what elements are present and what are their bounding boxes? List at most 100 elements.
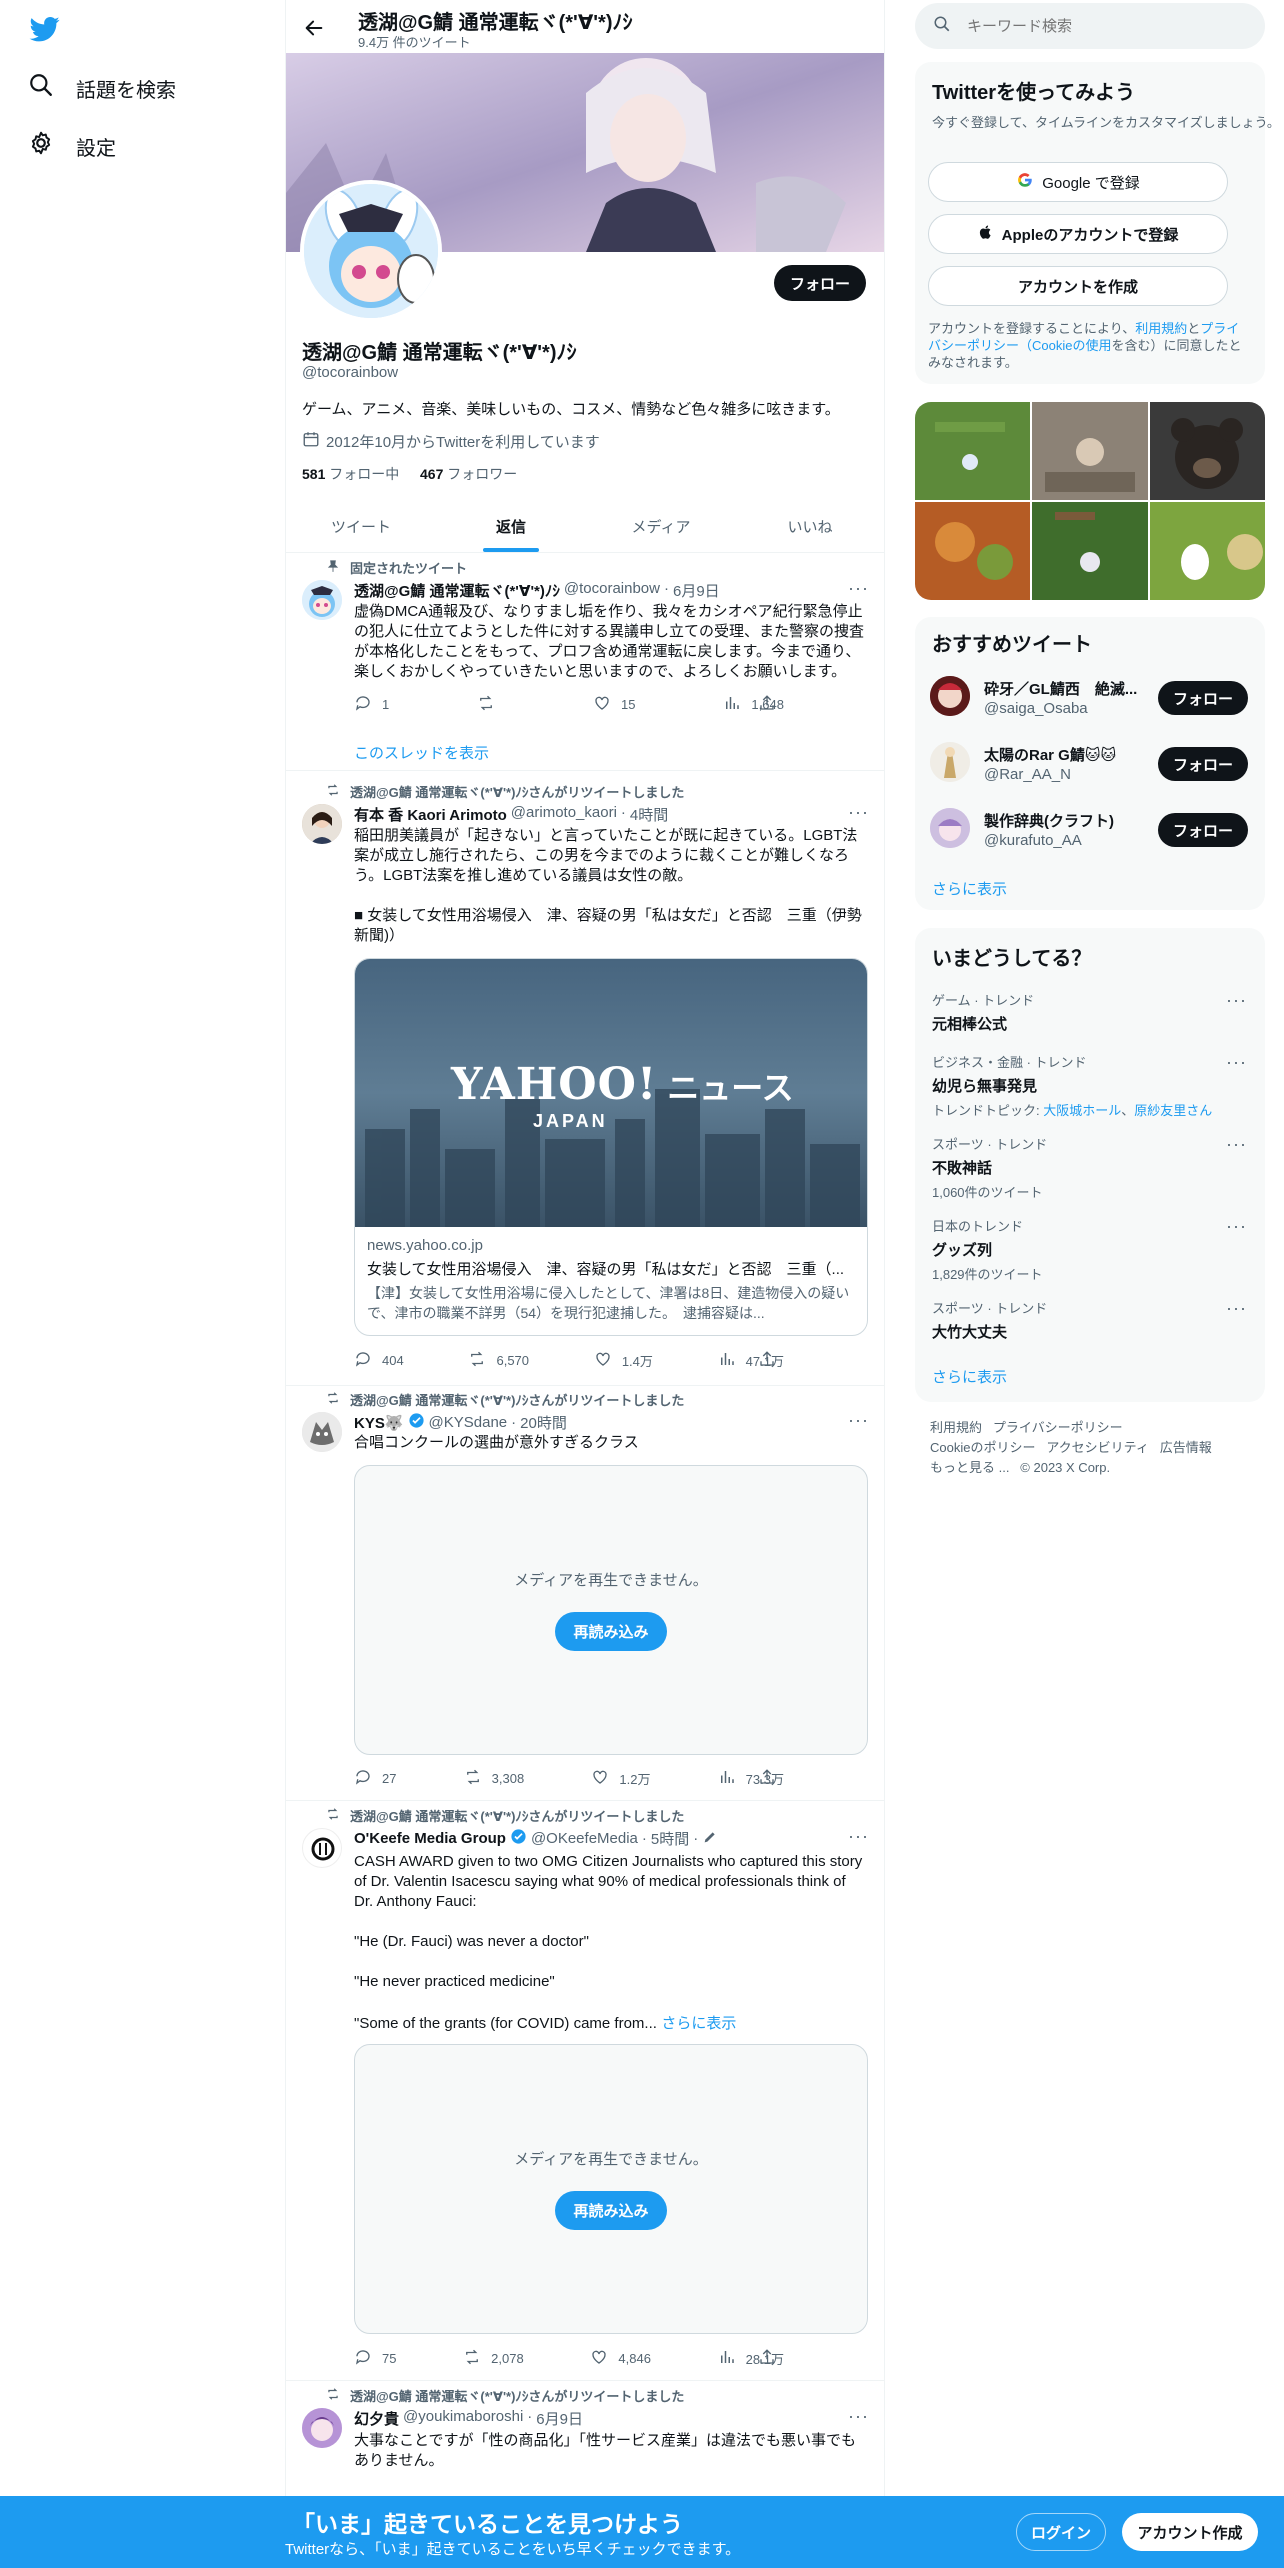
twitter-logo-icon[interactable] [28,14,62,44]
author-handle[interactable]: @arimoto_kaori [511,804,617,825]
trend-more-icon[interactable]: ··· [1226,1134,1247,1155]
search-input[interactable] [967,17,1227,35]
more-options-icon[interactable]: ··· [848,2406,869,2427]
tweet-3-avatar[interactable] [302,1828,342,1868]
terms-link[interactable]: 利用規約 [1135,321,1187,336]
retweeted-by-label[interactable]: 透湖@G鯖 通常運転ヾ(*'∀'*)ﾉｼさんがリツイートしました [350,1390,684,1409]
reply-button[interactable]: 404 [354,1350,404,1371]
recommend-follow-button-2[interactable]: フォロー [1158,747,1248,781]
retweeted-by-label[interactable]: 透湖@G鯖 通常運転ヾ(*'∀'*)ﾉｼさんがリツイートしました [350,782,684,801]
share-icon[interactable] [758,2348,776,2371]
tweet-time[interactable]: 5時間 [651,1828,689,1849]
trend-item-5[interactable]: スポーツ · トレンド 大竹大丈夫 [932,1298,1252,1342]
profile-following[interactable]: 581 フォロー中 [302,464,399,484]
retweeted-by-label[interactable]: 透湖@G鯖 通常運転ヾ(*'∀'*)ﾉｼさんがリツイートしました [350,2386,684,2405]
reply-button[interactable]: 1 [354,694,389,715]
trend-item-3[interactable]: スポーツ · トレンド 不敗神話 1,060件のツイート [932,1134,1252,1201]
footer-terms-link[interactable]: 利用規約 [930,1420,982,1435]
trend-topic-link-2[interactable]: 原紗友里さん [1134,1103,1212,1118]
footer-more-link[interactable]: もっと見る ... [930,1460,1009,1475]
link-card[interactable]: YAHOO! ニュース JAPAN news.yahoo.co.jp 女装して女… [354,958,868,1336]
recommend-avatar-2[interactable] [930,742,970,782]
tweet-time[interactable]: 20時間 [520,1412,567,1433]
share-icon[interactable] [758,694,776,717]
recommend-show-more-link[interactable]: さらに表示 [932,878,1007,899]
tab-likes[interactable]: いいね [736,500,884,552]
nav-settings[interactable]: 設定 [28,130,116,162]
retweet-button[interactable]: 2,078 [463,2348,524,2369]
search-box[interactable] [915,3,1265,49]
trend-item-2[interactable]: ビジネス・金融 · トレンド 幼児ら無事発見 トレンドトピック: 大阪城ホール、… [932,1052,1252,1119]
author-name[interactable]: 有本 香 Kaori Arimoto [354,804,507,825]
pinned-author-handle[interactable]: @tocorainbow [564,580,660,601]
footer-privacy-link[interactable]: プライバシーポリシー [993,1420,1123,1435]
footer-cookie-link[interactable]: Cookieのポリシー [930,1440,1035,1455]
recommend-avatar-3[interactable] [930,808,970,848]
tweet-2-avatar[interactable] [302,1412,342,1452]
apple-signup-button[interactable]: Appleのアカウントで登録 [928,214,1228,254]
edit-pencil-icon[interactable] [702,1829,718,1849]
share-icon[interactable] [758,1768,776,1791]
back-arrow-icon[interactable] [300,14,328,42]
like-button[interactable]: 1.4万 [594,1350,653,1371]
recommend-name-3[interactable]: 製作辞典(クラフト) [984,810,1114,831]
author-name[interactable]: O'Keefe Media Group [354,1830,506,1847]
reload-button[interactable]: 再読み込み [555,1612,667,1651]
show-more-link[interactable]: さらに表示 [661,2015,736,2032]
trend-item-1[interactable]: ゲーム · トレンド 元相棒公式 [932,990,1252,1034]
author-name[interactable]: 幻夕貴 [354,2408,399,2429]
trends-show-more-link[interactable]: さらに表示 [932,1366,1007,1387]
google-signup-button[interactable]: Google で登録 [928,162,1228,202]
trend-more-icon[interactable]: ··· [1226,1052,1247,1073]
more-options-icon[interactable]: ··· [848,802,869,823]
retweeted-by-label[interactable]: 透湖@G鯖 通常運転ヾ(*'∀'*)ﾉｼさんがリツイートしました [350,1806,684,1825]
like-button[interactable]: 1.2万 [591,1768,650,1789]
author-handle[interactable]: @KYSdane [429,1414,508,1431]
pinned-avatar[interactable] [302,580,342,620]
create-account-button[interactable]: アカウントを作成 [928,266,1228,306]
tab-replies[interactable]: 返信 [436,500,586,552]
share-icon[interactable] [758,1350,776,1373]
more-options-icon[interactable]: ··· [848,1826,869,1847]
retweet-button[interactable] [477,694,505,715]
banner-signup-button[interactable]: アカウント作成 [1122,2513,1258,2551]
profile-followers[interactable]: 467 フォロワー [420,464,517,484]
pinned-time[interactable]: 6月9日 [673,580,720,601]
more-options-icon[interactable]: ··· [848,578,869,599]
footer-accessibility-link[interactable]: アクセシビリティ [1046,1440,1149,1455]
follow-button[interactable]: フォロー [774,265,866,301]
recommend-name-2[interactable]: 太陽のRar G鯖🐱🐱 [984,744,1116,765]
pinned-author-name[interactable]: 透湖@G鯖 通常運転ヾ(*'∀'*)ﾉｼ [354,580,560,601]
recommend-avatar-1[interactable] [930,676,970,716]
profile-avatar[interactable] [300,180,442,322]
more-options-icon[interactable]: ··· [848,1410,869,1431]
trend-more-icon[interactable]: ··· [1226,1298,1247,1319]
like-button[interactable]: 15 [593,694,636,715]
retweet-button[interactable]: 3,308 [464,1768,524,1789]
tweet-4-avatar[interactable] [302,2408,342,2448]
author-handle[interactable]: @youkimaboroshi [403,2408,523,2429]
tab-media[interactable]: メディア [586,500,736,552]
tweet-time[interactable]: 6月9日 [536,2408,583,2429]
author-handle[interactable]: @OKeefeMedia [531,1830,638,1847]
author-name[interactable]: KYS🐺 [354,1414,404,1432]
recommend-follow-button-3[interactable]: フォロー [1158,813,1248,847]
recommend-name-1[interactable]: 砕牙／GL鯖西 絶滅... [984,678,1137,699]
reply-button[interactable]: 27 [354,1768,396,1789]
trend-topic-link-1[interactable]: 大阪城ホール [1043,1103,1121,1118]
trend-more-icon[interactable]: ··· [1226,990,1247,1011]
reload-button[interactable]: 再読み込み [555,2191,667,2230]
tab-tweets[interactable]: ツイート [286,500,436,552]
nav-explore[interactable]: 話題を検索 [28,72,176,104]
tweet-time[interactable]: 4時間 [630,804,668,825]
show-thread-link[interactable]: このスレッドを表示 [354,742,489,763]
retweet-button[interactable]: 6,570 [468,1350,529,1371]
tweet-1-avatar[interactable] [302,804,342,844]
trend-more-icon[interactable]: ··· [1226,1216,1247,1237]
recommend-follow-button-1[interactable]: フォロー [1158,681,1248,715]
footer-ads-link[interactable]: 広告情報 [1160,1440,1212,1455]
like-button[interactable]: 4,846 [590,2348,651,2369]
reply-button[interactable]: 75 [354,2348,396,2369]
login-button[interactable]: ログイン [1016,2513,1106,2551]
trend-item-4[interactable]: 日本のトレンド グッズ列 1,829件のツイート [932,1216,1252,1283]
